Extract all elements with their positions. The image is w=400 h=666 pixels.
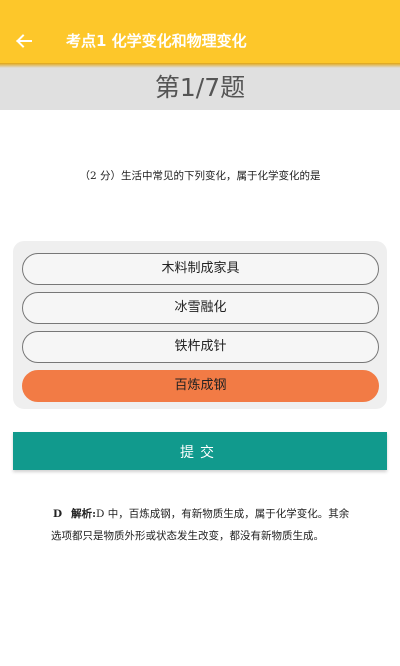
option-a-button[interactable]: 木料制成家具 xyxy=(22,253,379,285)
app-bar-shadow xyxy=(0,63,400,68)
explanation-body: D 中，百炼成钢，有新物质生成，属于化学变化。其余选项都只是物质外形或状态发生改… xyxy=(51,508,350,542)
answer-letter: D xyxy=(53,508,63,520)
page-title: 考点1 化学变化和物理变化 xyxy=(66,32,247,50)
question-text: （2 分）生活中常见的下列变化，属于化学变化的是 xyxy=(79,170,321,182)
app-bar: 考点1 化学变化和物理变化 xyxy=(0,0,400,63)
option-c-button[interactable]: 铁杵成针 xyxy=(22,331,379,363)
arrow-left-icon[interactable] xyxy=(11,28,37,54)
option-b-button[interactable]: 冰雪融化 xyxy=(22,292,379,324)
explanation-label: 解析: xyxy=(71,508,96,520)
submit-button[interactable]: 提交 xyxy=(13,432,387,470)
explanation-text: D 解析:D 中，百炼成钢，有新物质生成，属于化学变化。其余选项都只是物质外形或状… xyxy=(51,503,353,547)
question-counter: 第1/7题 xyxy=(154,73,246,102)
option-d-button[interactable]: 百炼成钢 xyxy=(22,370,379,402)
question-counter-bar: 第1/7题 xyxy=(0,63,400,110)
